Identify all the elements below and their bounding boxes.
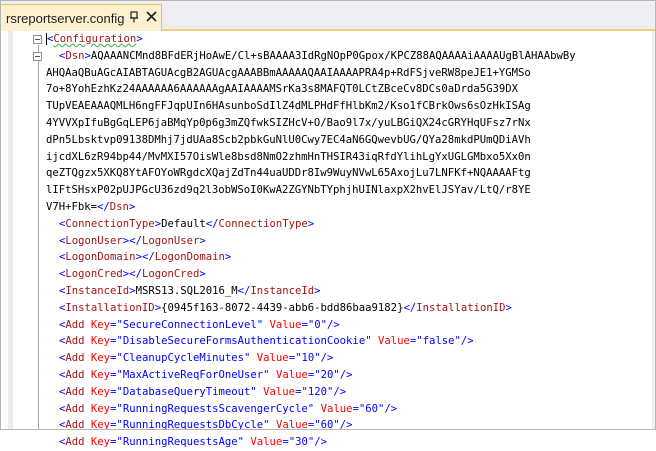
xml-element-line: <ConnectionType>Default</ConnectionType> — [59, 217, 315, 230]
add-key-line: <Add Key="DisableSecureFormsAuthenticati… — [59, 335, 474, 348]
add-key-line: <Add Key="RunningRequestsAge" Value="30"… — [59, 436, 327, 449]
dsn-value-line: AQAAANCMnd8BFdERjHoAwE/Cl+sBAAAA3IdRgNOp… — [90, 49, 576, 62]
add-key-line: <Add Key="RunningRequestsScavengerCycle"… — [59, 402, 398, 415]
code-line: dPn5Lbsktvp09138DMhj7jdUAa8Scb2pbkGuNlU0… — [46, 132, 652, 149]
code-line: qeZTQgzx5XKQ8YtAFOYoWRgdcXQajZdTn44uaUDD… — [46, 165, 652, 182]
code-line: lIFtSHsxP02pUJPGcU36zd9q2l3obWSoI0KwA2ZG… — [46, 182, 652, 199]
add-key-line: <Add Key="RunningRequestsDbCycle" Value=… — [59, 419, 353, 432]
xml-element-line: <LogonCred></LogonCred> — [59, 268, 206, 281]
code-line: TUpVEAEAAAQMLH6ngFFJqpUIn6HAsunboSdIlZ4d… — [46, 98, 652, 115]
code-line: 4YVVXpIfuBgGqLEP6jaBMqYp0p6g3mZQfwkSIZHc… — [46, 115, 652, 132]
code-line: <Configuration> — [46, 33, 143, 45]
dsn-value-line: 7o+8YohEzhKz24AAAAAA6AAAAAAgAAIAAAAMSrKa… — [46, 83, 518, 96]
dsn-value-line: dPn5Lbsktvp09138DMhj7jdUAa8Scb2pbkGuNlU0… — [46, 133, 531, 146]
tab-title: rsreportserver.config — [6, 10, 125, 26]
selection-margin — [8, 31, 13, 430]
xml-element-line: <InstallationID>{0945f163-8072-4439-abb6… — [59, 301, 512, 314]
root-tag: Configuration — [53, 33, 137, 45]
code-line: <Dsn>AQAAANCMnd8BFdERjHoAwE/Cl+sBAAAA3Id… — [59, 49, 576, 62]
vertical-scrollbar[interactable] — [652, 31, 656, 430]
code-line: V7H+Fbk=</Dsn> — [46, 200, 136, 213]
xml-editor[interactable]: <Configuration> <Dsn>AQAAANCMnd8BFdERjHo… — [0, 31, 656, 448]
add-key-line: <Add Key="SecureConnectionLevel" Value="… — [59, 318, 340, 331]
pin-icon[interactable] — [128, 11, 140, 23]
dsn-value-line: 4YVVXpIfuBgGqLEP6jaBMqYp0p6g3mZQfwkSIZHc… — [46, 116, 531, 129]
code-area[interactable]: <Configuration> <Dsn>AQAAANCMnd8BFdERjHo… — [46, 31, 652, 451]
close-icon[interactable] — [145, 10, 158, 23]
add-key-line: <Add Key="CleanupCycleMinutes" Value="10… — [59, 352, 334, 365]
add-key-line: <Add Key="MaxActiveReqForOneUser" Value=… — [59, 368, 353, 381]
dsn-value-line: AHQAaQBuAGcAIABTAGUAcgB2AGUAcgAAABBmAAAA… — [46, 66, 531, 79]
code-line: 7o+8YohEzhKz24AAAAAA6AAAAAAgAAIAAAAMSrKa… — [46, 81, 652, 98]
xml-element-line: <InstanceId>MSRS13.SQL2016_M</InstanceId… — [59, 284, 321, 297]
dsn-value-line: ijcdXL6zR94bp44/MvMXI57OisWle8bsd8NmO2zh… — [46, 150, 531, 163]
add-key-line: <Add Key="DatabaseQueryTimeout" Value="1… — [59, 385, 347, 398]
document-tab-bar: rsreportserver.config — [0, 0, 656, 31]
collapse-dsn-icon[interactable] — [33, 52, 42, 61]
xml-element-line: <LogonDomain></LogonDomain> — [59, 251, 232, 264]
document-tab[interactable]: rsreportserver.config — [0, 4, 162, 31]
code-line: ijcdXL6zR94bp44/MvMXI57OisWle8bsd8NmO2zh… — [46, 149, 652, 166]
code-line: AHQAaQBuAGcAIABTAGUAcgB2AGUAcgAAABBmAAAA… — [46, 65, 652, 82]
dsn-value-line: qeZTQgzx5XKQ8YtAFOYoWRgdcXQajZdTn44uaUDD… — [46, 167, 531, 180]
outline-guide — [38, 45, 39, 430]
collapse-configuration-icon[interactable] — [33, 35, 42, 44]
dsn-value-line: lIFtSHsxP02pUJPGcU36zd9q2l3obWSoI0KwA2ZG… — [46, 184, 531, 197]
dsn-value-line: V7H+Fbk= — [46, 200, 98, 213]
dsn-value-line: TUpVEAEAAAQMLH6ngFFJqpUIn6HAsunboSdIlZ4d… — [46, 100, 531, 113]
xml-element-line: <LogonUser></LogonUser> — [59, 234, 206, 247]
